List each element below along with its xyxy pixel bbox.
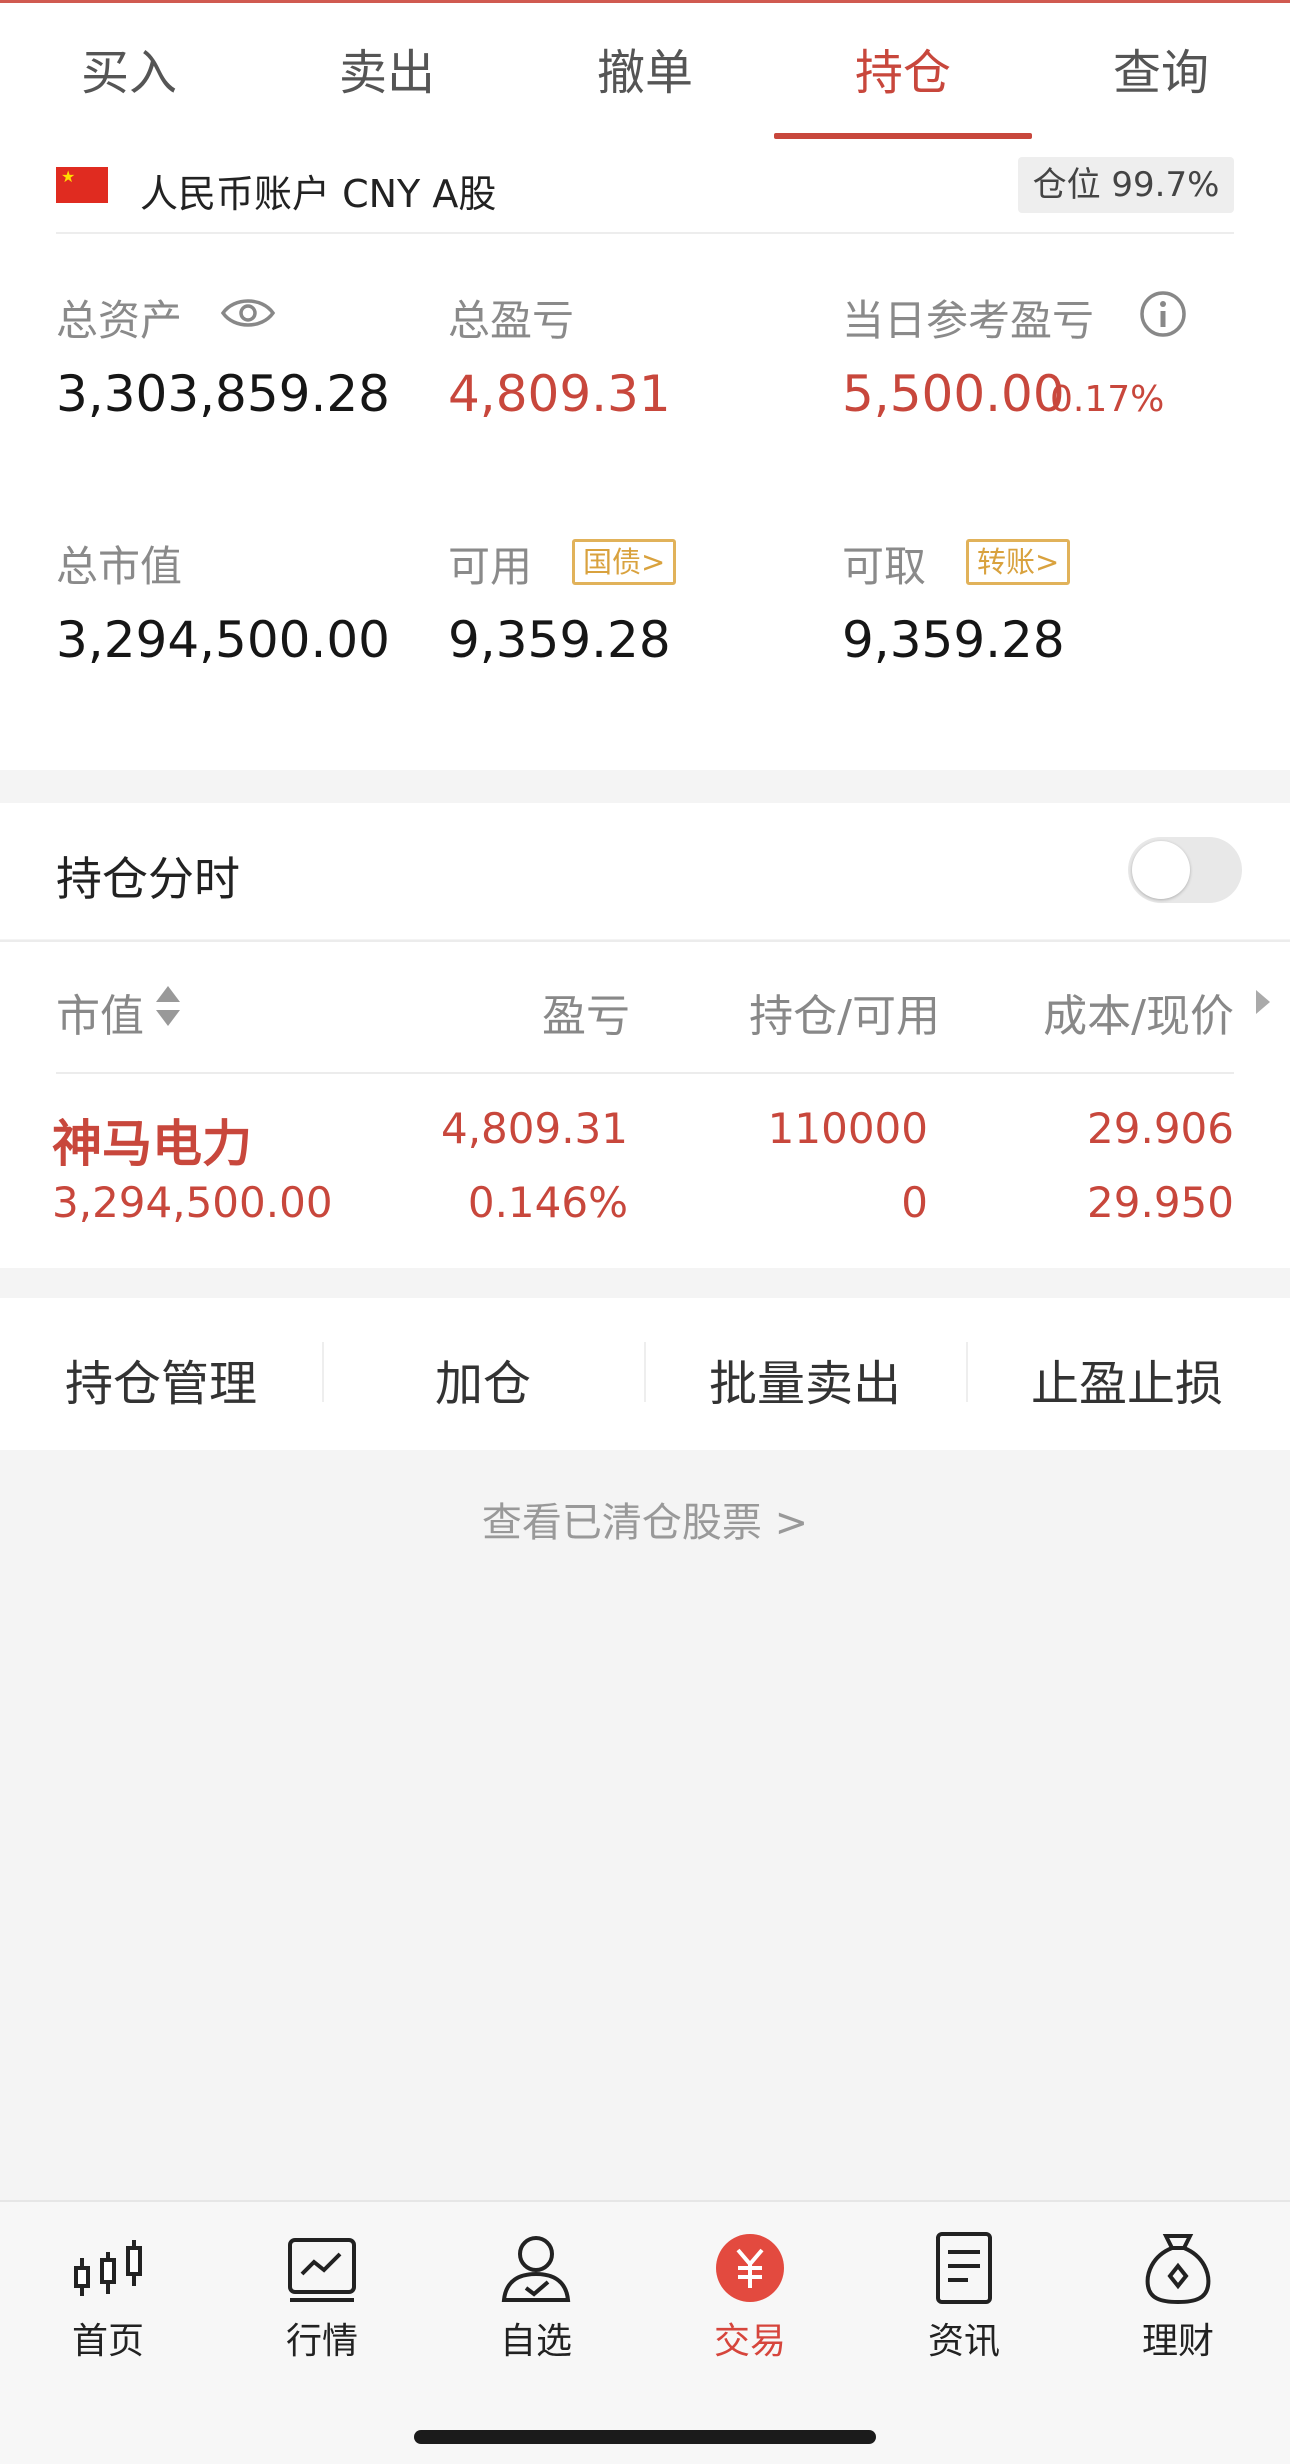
nav-home[interactable]: 首页 xyxy=(28,2230,188,2364)
bottom-nav: 首页 行情 自选 交易 资讯 理财 xyxy=(0,2200,1290,2464)
eye-icon[interactable] xyxy=(220,293,276,333)
total-pl-label: 总盈亏 xyxy=(448,296,575,345)
daily-pl-percent: 0.17% xyxy=(1050,379,1165,420)
nav-label: 行情 xyxy=(285,2321,358,2362)
active-tab-indicator xyxy=(774,133,1032,139)
stock-pl: 4,809.31 xyxy=(440,1104,628,1153)
stock-price: 29.950 xyxy=(1087,1178,1234,1227)
table-row[interactable]: 神马电力 3,294,500.00 4,809.31 0.146% 110000… xyxy=(0,1074,1290,1268)
transfer-tag[interactable]: 转账> xyxy=(966,539,1071,585)
treasury-bond-tag[interactable]: 国债> xyxy=(572,539,677,585)
total-assets-value: 3,303,859.28 xyxy=(56,365,390,423)
home-indicator[interactable] xyxy=(414,2430,876,2444)
tab-buy[interactable]: 买入 xyxy=(29,33,229,103)
stock-cost: 29.906 xyxy=(1087,1104,1234,1153)
intraday-title: 持仓分时 xyxy=(56,852,240,906)
account-label: 人民币账户 CNY A股 xyxy=(140,172,497,216)
scroll-right-icon[interactable] xyxy=(1256,990,1270,1014)
view-cleared-stocks-link[interactable]: 查看已清仓股票 > xyxy=(0,1490,1290,1548)
nav-label: 交易 xyxy=(713,2321,786,2362)
money-bag-icon xyxy=(1145,2234,1211,2305)
user-check-icon xyxy=(501,2236,571,2302)
tab-sell[interactable]: 卖出 xyxy=(287,33,487,103)
position-ratio-badge: 仓位 99.7% xyxy=(1018,157,1234,213)
market-value-value: 3,294,500.00 xyxy=(56,611,390,669)
chart-icon xyxy=(288,2238,356,2302)
tab-query[interactable]: 查询 xyxy=(1061,33,1261,103)
stock-market-value: 3,294,500.00 xyxy=(52,1178,333,1227)
toggle-knob xyxy=(1132,841,1190,899)
stock-available: 0 xyxy=(901,1178,928,1227)
total-pl-value: 4,809.31 xyxy=(448,365,671,423)
info-icon[interactable] xyxy=(1138,289,1188,339)
yuan-circle-icon xyxy=(716,2234,784,2302)
nav-news[interactable]: 资讯 xyxy=(884,2230,1044,2364)
tab-cancel[interactable]: 撤单 xyxy=(545,33,745,103)
stock-name: 神马电力 xyxy=(52,1115,252,1173)
divider xyxy=(56,232,1234,234)
candlestick-icon xyxy=(74,2240,142,2296)
total-assets-label: 总资产 xyxy=(56,296,183,345)
stock-position: 110000 xyxy=(767,1104,928,1153)
daily-pl-label: 当日参考盈亏 xyxy=(842,296,1095,345)
nav-label: 首页 xyxy=(71,2321,144,2362)
positions-table-header: 市值 盈亏 持仓/可用 成本/现价 xyxy=(0,940,1290,1074)
withdrawable-value: 9,359.28 xyxy=(842,611,1065,669)
available-label: 可用 xyxy=(448,542,533,591)
nav-wealth[interactable]: 理财 xyxy=(1098,2230,1258,2364)
nav-watchlist[interactable]: 自选 xyxy=(456,2230,616,2364)
nav-trade[interactable]: 交易 xyxy=(670,2230,830,2364)
sort-icon[interactable] xyxy=(156,986,180,1030)
withdrawable-label: 可取 xyxy=(842,542,927,591)
header-position-available: 持仓/可用 xyxy=(749,991,940,1042)
intraday-toggle[interactable] xyxy=(1128,837,1242,903)
daily-pl-value: 5,500.00 xyxy=(842,365,1065,423)
nav-label: 自选 xyxy=(499,2321,572,2362)
stock-pl-percent: 0.146% xyxy=(467,1178,628,1227)
add-position-button[interactable]: 加仓 xyxy=(322,1344,644,1414)
manage-position-button[interactable]: 持仓管理 xyxy=(0,1344,322,1414)
account-row[interactable]: ★ 人民币账户 CNY A股 仓位 99.7% xyxy=(0,145,1290,235)
header-pl: 盈亏 xyxy=(542,991,630,1042)
nav-label: 资讯 xyxy=(927,2321,1000,2362)
position-actions: 持仓管理 加仓 批量卖出 止盈止损 xyxy=(0,1298,1290,1450)
tab-positions[interactable]: 持仓 xyxy=(803,33,1003,103)
market-value-label: 总市值 xyxy=(56,542,183,591)
take-profit-stop-loss-button[interactable]: 止盈止损 xyxy=(966,1344,1288,1414)
available-value: 9,359.28 xyxy=(448,611,671,669)
china-flag-icon: ★ xyxy=(56,167,108,203)
batch-sell-button[interactable]: 批量卖出 xyxy=(644,1344,966,1414)
trade-tabs: 买入 卖出 撤单 持仓 查询 xyxy=(0,3,1290,145)
header-cost-price: 成本/现价 xyxy=(1043,991,1234,1042)
nav-label: 理财 xyxy=(1141,2321,1214,2362)
intraday-section: 持仓分时 xyxy=(0,803,1290,939)
document-icon xyxy=(936,2232,992,2304)
asset-summary: 总资产 3,303,859.28 总盈亏 4,809.31 当日参考盈亏 5,5… xyxy=(0,235,1290,770)
header-market-value[interactable]: 市值 xyxy=(56,980,144,1044)
nav-market[interactable]: 行情 xyxy=(242,2230,402,2364)
